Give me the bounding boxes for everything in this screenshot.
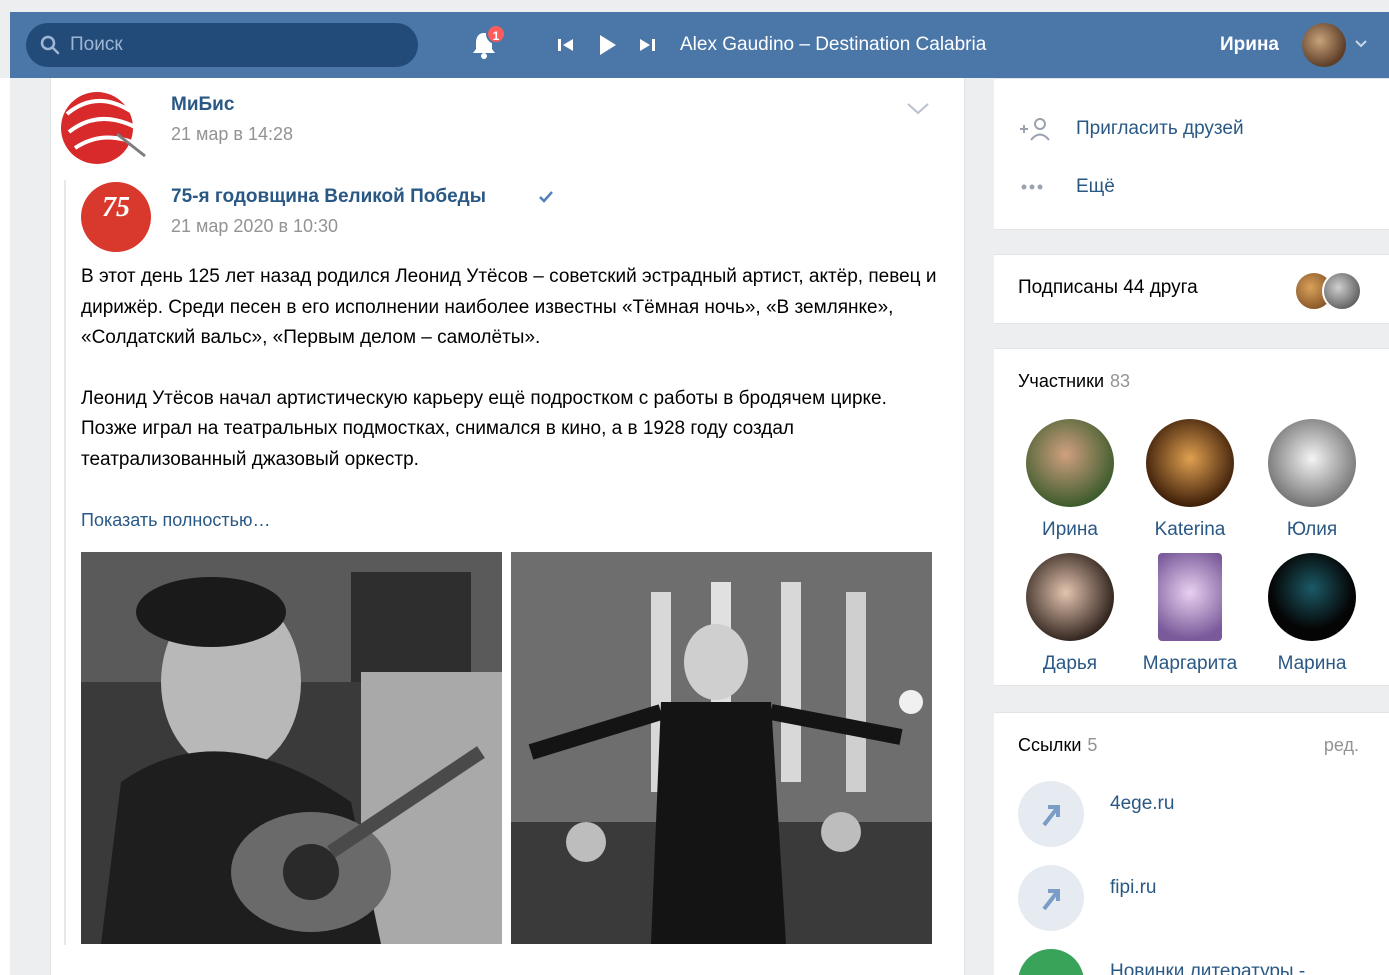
link-label: fipi.ru [1110, 877, 1157, 898]
play-icon[interactable] [594, 32, 620, 58]
member-name: Katerina [1154, 519, 1226, 540]
current-track[interactable]: Alex Gaudino – Destination Calabria [680, 34, 986, 56]
post-photo[interactable] [81, 552, 502, 944]
friends-subscribed-block[interactable]: Подписаны 44 друга [994, 254, 1389, 324]
links-title[interactable]: Ссылки 5 [1018, 735, 1097, 756]
photo-singer [511, 552, 932, 944]
avatar [1146, 419, 1234, 507]
verified-icon [539, 191, 553, 203]
post-text: В этот день 125 лет назад родился Леонид… [81, 262, 941, 505]
member-item[interactable]: Маргарита [1128, 553, 1252, 675]
add-user-icon [1020, 118, 1050, 141]
original-author[interactable]: 75-я годовщина Великой Победы [171, 186, 486, 208]
post-photo[interactable] [511, 552, 932, 944]
avatar [1268, 553, 1356, 641]
section-label: Ссылки [1018, 735, 1082, 755]
members-title[interactable]: Участники 83 [1018, 371, 1130, 392]
search-input[interactable] [70, 33, 400, 57]
member-name: Юлия [1286, 519, 1338, 540]
member-item[interactable]: Юлия [1250, 419, 1374, 541]
links-count: 5 [1087, 735, 1098, 755]
link-icon [1018, 949, 1084, 975]
member-name: Маргарита [1142, 653, 1238, 674]
search-box[interactable] [26, 23, 418, 67]
member-item[interactable]: Дарья [1008, 553, 1132, 675]
original-timestamp[interactable]: 21 мар 2020 в 10:30 [171, 216, 338, 237]
avatar [1158, 553, 1222, 641]
logo-text: 75 [102, 192, 130, 223]
user-name[interactable]: Ирина [1220, 34, 1279, 56]
notification-badge: 1 [486, 24, 506, 44]
member-item[interactable]: Ирина [1008, 419, 1132, 541]
member-name: Ирина [1042, 519, 1098, 540]
avatar [1026, 553, 1114, 641]
more-item[interactable]: Ещё [1018, 175, 1115, 199]
edit-links-button[interactable]: ред. [1324, 735, 1359, 756]
invite-friends-item[interactable]: Пригласить друзей [1018, 117, 1244, 141]
group-logo[interactable] [57, 84, 149, 168]
chevron-down-icon[interactable] [906, 102, 930, 116]
avatar[interactable] [1302, 23, 1346, 67]
friend-avatars[interactable] [1294, 271, 1374, 311]
search-icon [40, 35, 60, 55]
member-name: Дарья [1042, 653, 1098, 674]
post-timestamp[interactable]: 21 мар в 14:28 [171, 124, 293, 145]
photo-guitarist [81, 552, 502, 944]
avatar [1322, 271, 1362, 311]
faded-menu-row [1018, 77, 1318, 89]
link-label: Новинки литературы - [1110, 961, 1306, 975]
next-track-icon[interactable] [636, 34, 658, 56]
link-item[interactable]: fipi.ru [1018, 865, 1156, 931]
post-author[interactable]: МиБис [171, 94, 234, 116]
menu-label: Ещё [1076, 176, 1115, 197]
member-item[interactable]: Марина [1250, 553, 1374, 675]
group-actions-block: Пригласить друзей Ещё [994, 78, 1389, 230]
original-group-logo[interactable]: 75 [81, 182, 151, 252]
members-block: Участники 83 Ирина Katerina Юлия Дарья Ма… [994, 348, 1389, 686]
link-item[interactable]: 4ege.ru [1018, 781, 1174, 847]
more-icon [1021, 184, 1043, 190]
page-edge [0, 78, 10, 975]
post-paragraph: В этот день 125 лет назад родился Леонид… [81, 266, 937, 348]
members-count: 83 [1110, 371, 1131, 391]
section-label: Участники [1018, 371, 1104, 391]
chevron-down-icon[interactable] [1354, 39, 1368, 49]
previous-track-icon[interactable] [555, 34, 577, 56]
menu-label: Пригласить друзей [1076, 118, 1244, 139]
post-card: МиБис 21 мар в 14:28 75 75-я годовщина В… [50, 78, 965, 975]
avatar [1268, 419, 1356, 507]
member-item[interactable]: Katerina [1128, 419, 1252, 541]
link-label: 4ege.ru [1110, 793, 1175, 814]
member-name: Марина [1277, 653, 1347, 674]
link-icon [1018, 781, 1084, 847]
links-block: Ссылки 5 ред. 4ege.ru fipi.ru Новинки лит… [994, 712, 1389, 975]
link-icon [1018, 865, 1084, 931]
top-bar: 1 Alex Gaudino – Destination Calabria Ир… [10, 12, 1389, 78]
repost-divider [64, 180, 66, 945]
post-paragraph: Леонид Утёсов начал артистическую карьер… [81, 387, 887, 470]
friends-subscribed-label[interactable]: Подписаны 44 друга [1018, 277, 1198, 299]
link-item[interactable]: Новинки литературы - [1018, 949, 1305, 975]
avatar [1026, 419, 1114, 507]
show-more-link[interactable]: Показать полностью… [81, 510, 270, 531]
